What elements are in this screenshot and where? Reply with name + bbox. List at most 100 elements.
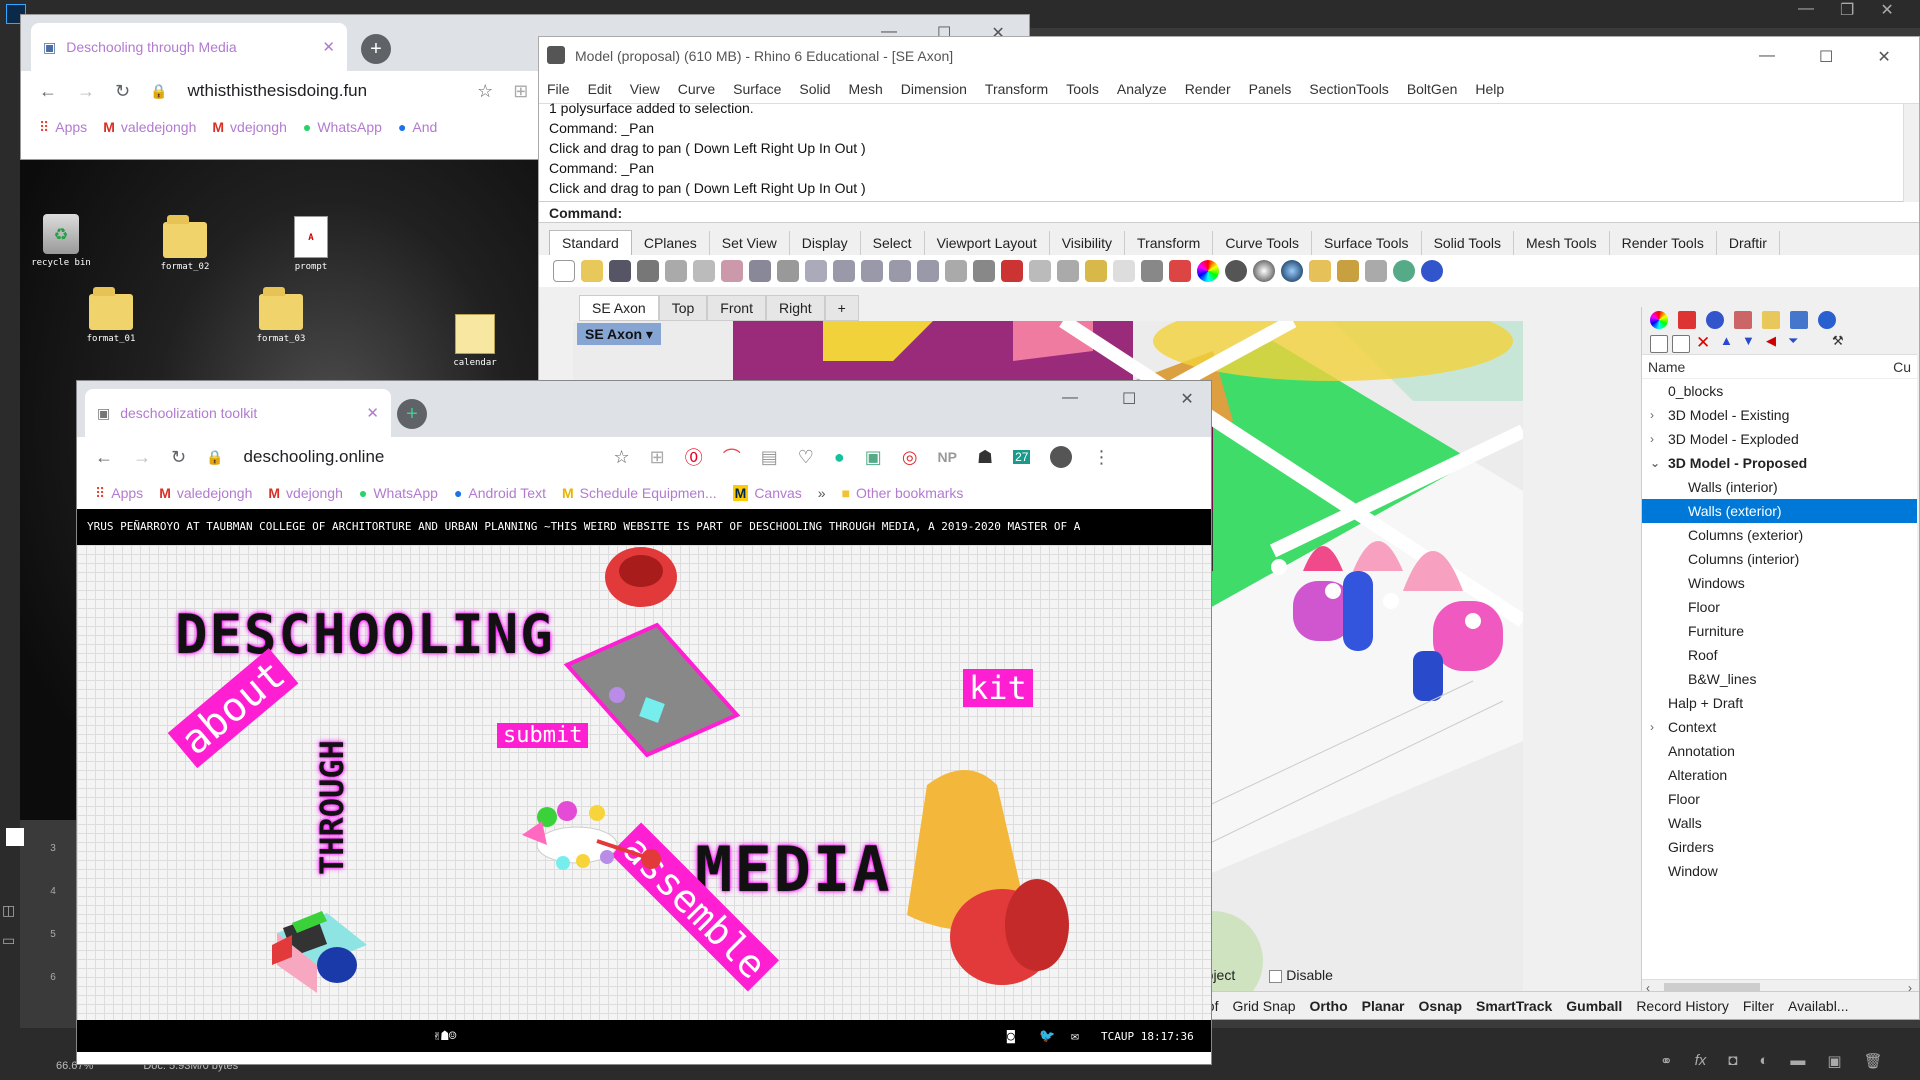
move-parent-icon[interactable]: ◀: [1766, 333, 1776, 349]
new-sublayer-icon[interactable]: [1672, 335, 1690, 353]
bookmark-whatsapp[interactable]: ● WhatsApp: [303, 119, 382, 135]
desktop-icon-recycle-bin[interactable]: ♻ recycle bin: [26, 214, 96, 268]
car-icon[interactable]: [1001, 260, 1023, 282]
menu-tools[interactable]: Tools: [1066, 81, 1099, 97]
layer-row[interactable]: › 3D Model - Existing: [1642, 403, 1917, 427]
print-icon[interactable]: [637, 260, 659, 282]
chevron-right-icon[interactable]: ›: [1650, 427, 1654, 451]
email-icon[interactable]: ✉: [1071, 1029, 1079, 1044]
star-icon[interactable]: ☆: [614, 447, 630, 468]
menu-icon[interactable]: ⋮: [1092, 447, 1110, 468]
tab-set-view[interactable]: Set View: [710, 231, 790, 255]
grammarly-icon[interactable]: ●: [834, 447, 845, 468]
np-extension[interactable]: NP: [938, 449, 957, 465]
tab-visibility[interactable]: Visibility: [1050, 231, 1126, 255]
status-toggle[interactable]: Gumball: [1566, 998, 1622, 1014]
menu-curve[interactable]: Curve: [678, 81, 715, 97]
menu-transform[interactable]: Transform: [985, 81, 1048, 97]
bookmark-android-text[interactable]: ● Android Text: [454, 485, 546, 501]
command-prompt[interactable]: Command:: [539, 201, 1919, 223]
menu-surface[interactable]: Surface: [733, 81, 781, 97]
minimize-icon[interactable]: —: [1798, 0, 1814, 26]
star-icon[interactable]: ☆: [477, 81, 493, 102]
extension-icon[interactable]: ⊞: [650, 447, 665, 468]
status-toggle[interactable]: Ortho: [1310, 998, 1348, 1014]
column-name[interactable]: Name: [1648, 355, 1685, 378]
status-toggle[interactable]: Osnap: [1418, 998, 1462, 1014]
forward-icon[interactable]: →: [133, 447, 151, 468]
tab-select[interactable]: Select: [861, 231, 925, 255]
reload-icon[interactable]: ↻: [115, 81, 130, 102]
desktop-icon-prompt[interactable]: A prompt: [276, 216, 346, 272]
close-tab-icon[interactable]: ✕: [366, 404, 379, 422]
globe-icon[interactable]: [1393, 260, 1415, 282]
new-file-icon[interactable]: [553, 260, 575, 282]
other-bookmarks[interactable]: ■ Other bookmarks: [842, 485, 964, 501]
chevron-right-icon[interactable]: ›: [1650, 403, 1654, 427]
layer-row[interactable]: Columns (exterior): [1642, 523, 1917, 547]
maximize-icon[interactable]: ☐: [1122, 389, 1136, 409]
tab-transform[interactable]: Transform: [1125, 231, 1214, 255]
mask-icon[interactable]: ◘: [1728, 1052, 1737, 1070]
viewport-tab-se-axon[interactable]: SE Axon: [579, 295, 659, 321]
viewport-tab-front[interactable]: Front: [707, 295, 766, 321]
render-icon[interactable]: [1706, 311, 1724, 329]
menu-dimension[interactable]: Dimension: [901, 81, 967, 97]
move-down-icon[interactable]: ▼: [1742, 333, 1755, 348]
screenshot-icon[interactable]: ◎: [902, 447, 918, 468]
paste-icon[interactable]: [721, 260, 743, 282]
page-icon[interactable]: ▤: [761, 447, 778, 468]
calendar-extension[interactable]: 27: [1013, 450, 1031, 464]
status-toggle[interactable]: Planar: [1362, 998, 1405, 1014]
zoom-icon[interactable]: [833, 260, 855, 282]
lock-icon[interactable]: [1141, 260, 1163, 282]
url-field[interactable]: deschooling.online: [244, 447, 594, 467]
disable-checkbox[interactable]: [1269, 969, 1283, 983]
close-tab-icon[interactable]: ✕: [322, 38, 335, 56]
layer-row[interactable]: Furniture: [1642, 619, 1917, 643]
chevron-right-icon[interactable]: ›: [1650, 715, 1654, 739]
menu-mesh[interactable]: Mesh: [849, 81, 883, 97]
desktop-icon-format-02[interactable]: format_02: [150, 215, 220, 272]
tab-viewport-layout[interactable]: Viewport Layout: [925, 231, 1050, 255]
layer-row[interactable]: B&W_lines: [1642, 667, 1917, 691]
close-icon[interactable]: ✕: [1180, 389, 1193, 409]
desktop-icon-calendar[interactable]: calendar: [440, 314, 510, 368]
new-tab-button[interactable]: +: [361, 34, 391, 64]
maximize-icon[interactable]: ☐: [1819, 47, 1833, 67]
help-icon[interactable]: [1421, 260, 1443, 282]
status-toggle[interactable]: Record History: [1636, 998, 1729, 1014]
command-history[interactable]: 1 polysurface added to selection. Comman…: [539, 100, 1919, 202]
tab-render-tools[interactable]: Render Tools: [1610, 231, 1717, 255]
viewport-label[interactable]: SE Axon ▾: [577, 323, 661, 345]
color-wheel-icon[interactable]: [1197, 260, 1219, 282]
folder-icon[interactable]: [1762, 311, 1780, 329]
quick-mask-icon[interactable]: ◫: [2, 902, 15, 919]
adjustment-icon[interactable]: ◐: [1759, 1052, 1768, 1070]
extension-icon[interactable]: ⊞: [513, 81, 528, 102]
tab-curve-tools[interactable]: Curve Tools: [1213, 231, 1312, 255]
bookmark-apps[interactable]: ⠿ Apps: [95, 485, 143, 502]
tab-display[interactable]: Display: [790, 231, 861, 255]
tab-deschoolization-toolkit[interactable]: ▣ deschoolization toolkit ✕: [85, 389, 391, 437]
bookmark-apps[interactable]: ⠿ Apps: [39, 119, 87, 136]
status-toggle[interactable]: Filter: [1743, 998, 1774, 1014]
more-bookmarks-button[interactable]: »: [818, 485, 826, 501]
back-icon[interactable]: ←: [39, 81, 57, 102]
bookmark-gmail-2[interactable]: Mvdejongh: [268, 485, 343, 501]
viewport-tab-right[interactable]: Right: [765, 295, 825, 321]
pocket-icon[interactable]: ♡: [798, 447, 814, 468]
new-tab-button[interactable]: +: [397, 399, 427, 429]
layer-row[interactable]: Floor: [1642, 787, 1917, 811]
light-icon[interactable]: [1113, 260, 1135, 282]
layer-row[interactable]: Window: [1642, 859, 1917, 883]
move-up-icon[interactable]: ▲: [1720, 333, 1733, 348]
select-icon[interactable]: [1029, 260, 1051, 282]
link-icon[interactable]: ⚭: [1660, 1052, 1673, 1070]
status-toggle[interactable]: SmartTrack: [1476, 998, 1552, 1014]
layer-row[interactable]: Girders: [1642, 835, 1917, 859]
layer-row[interactable]: ⌄ 3D Model - Proposed: [1642, 451, 1917, 475]
restore-icon[interactable]: ❐: [1840, 0, 1854, 26]
close-icon[interactable]: ✕: [1880, 0, 1893, 26]
pinterest-icon[interactable]: ⓪: [685, 444, 703, 470]
